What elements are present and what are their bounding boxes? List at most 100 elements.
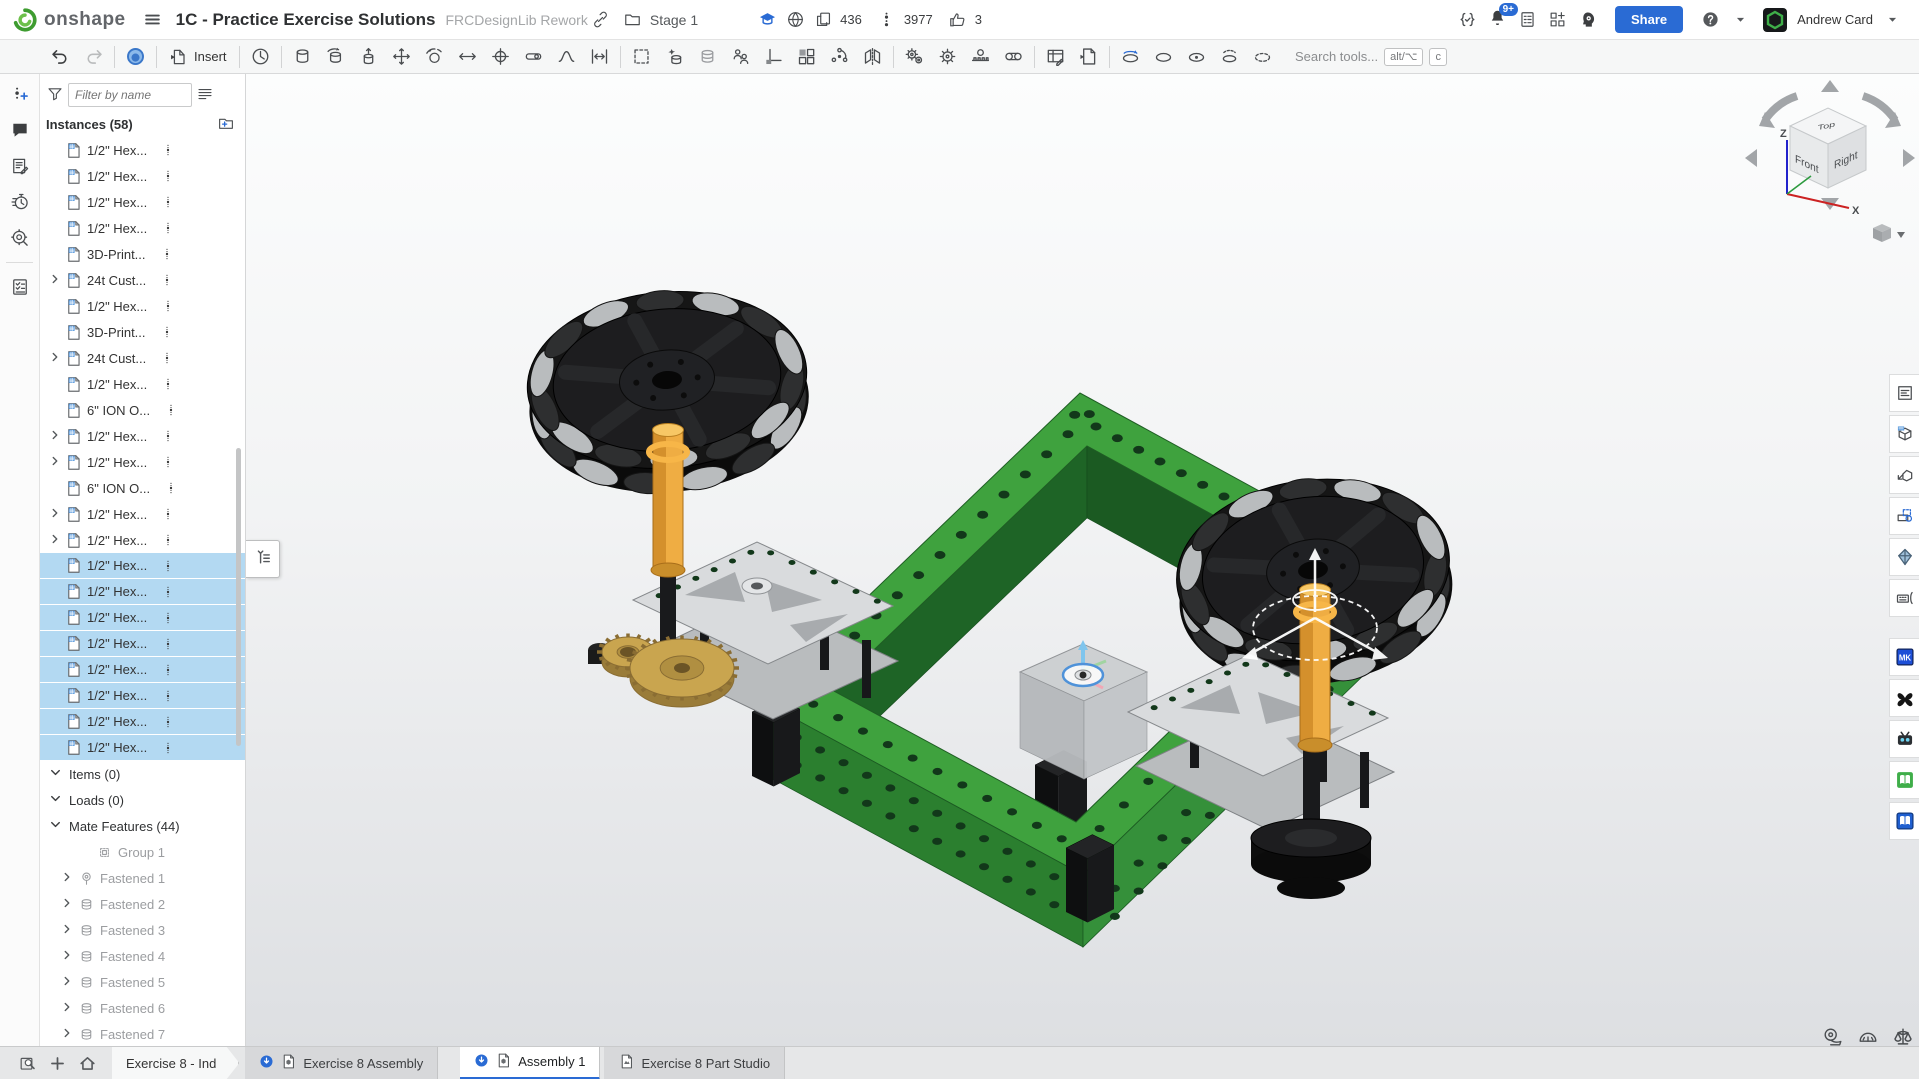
instance-menu-icon[interactable] xyxy=(161,660,175,680)
instance-menu-icon[interactable] xyxy=(161,374,175,394)
cylindrical-mate-icon[interactable] xyxy=(418,43,451,71)
avatar[interactable] xyxy=(1763,8,1787,32)
mate-feature-row[interactable]: Fastened 4 xyxy=(40,943,245,969)
chevron-right-icon[interactable] xyxy=(48,454,64,470)
tab-exercise-8-part-studio[interactable]: Exercise 8 Part Studio xyxy=(604,1047,785,1079)
versions-history-icon[interactable] xyxy=(0,184,40,220)
instance-menu-icon[interactable] xyxy=(160,322,174,342)
instance-menu-icon[interactable] xyxy=(160,270,174,290)
rack-relation-icon[interactable] xyxy=(931,43,964,71)
chevron-right-icon[interactable] xyxy=(60,922,76,938)
instance-menu-icon[interactable] xyxy=(161,452,175,472)
insert-instance-icon[interactable] xyxy=(0,76,40,112)
mate-feature-row[interactable]: Fastened 3 xyxy=(40,917,245,943)
section-view-icon[interactable] xyxy=(1246,43,1279,71)
sketch-overlay-icon[interactable] xyxy=(1889,497,1919,535)
view-cube[interactable]: Top Front Right Z X xyxy=(1735,74,1919,252)
release-notes-icon[interactable] xyxy=(0,148,40,184)
chevron-right-icon[interactable] xyxy=(60,974,76,990)
instance-row[interactable]: 1/2" Hex... xyxy=(40,631,245,657)
instance-row[interactable]: 3D-Print... xyxy=(40,241,245,267)
robot-app-icon[interactable] xyxy=(1889,720,1919,758)
loads-section[interactable]: Loads (0) xyxy=(40,787,245,813)
mate-features-section[interactable]: Mate Features (44) xyxy=(40,813,245,839)
feature-scripts-icon[interactable] xyxy=(1455,7,1481,33)
chevron-right-icon[interactable] xyxy=(48,532,64,548)
replicate-icon[interactable] xyxy=(724,43,757,71)
chevron-right-icon[interactable] xyxy=(60,896,76,912)
instance-row[interactable]: 1/2" Hex... xyxy=(40,683,245,709)
help-icon[interactable] xyxy=(1697,7,1723,33)
graphics-viewport[interactable]: Top Front Right Z X MK xyxy=(246,74,1919,1046)
mate-connector-icon[interactable] xyxy=(658,43,691,71)
instance-menu-icon[interactable] xyxy=(161,556,175,576)
screw-relation-icon[interactable] xyxy=(964,43,997,71)
chevron-right-icon[interactable] xyxy=(48,350,64,366)
add-subassembly-icon[interactable] xyxy=(217,114,235,135)
assembly-3d-model[interactable] xyxy=(246,74,1919,1046)
exploded-view-icon[interactable] xyxy=(1114,43,1147,71)
help-caret-icon[interactable] xyxy=(1727,7,1753,33)
animate-icon[interactable] xyxy=(1213,43,1246,71)
instance-menu-icon[interactable] xyxy=(161,608,175,628)
mirror-icon[interactable] xyxy=(856,43,889,71)
rotate-left-step-arrow[interactable] xyxy=(1745,149,1757,167)
instance-menu-icon[interactable] xyxy=(161,634,175,654)
instance-menu-icon[interactable] xyxy=(161,296,175,316)
learning-center-icon[interactable] xyxy=(1575,7,1601,33)
home-icon[interactable] xyxy=(72,1048,102,1078)
shortcut-keys-app-icon[interactable] xyxy=(1889,579,1919,617)
planar-mate-icon[interactable] xyxy=(385,43,418,71)
standard-content-icon[interactable] xyxy=(691,43,724,71)
instance-row[interactable]: 6" ION O... xyxy=(40,397,245,423)
instance-row[interactable]: 1/2" Hex... xyxy=(40,553,245,579)
width-mate-icon[interactable] xyxy=(583,43,616,71)
blue-library-app-icon[interactable] xyxy=(1889,802,1919,840)
panel-scrollbar[interactable] xyxy=(236,448,241,746)
chevron-down-icon[interactable] xyxy=(48,817,69,835)
tree-flyout-button[interactable] xyxy=(246,540,280,578)
rotate-up-arrow[interactable] xyxy=(1821,80,1839,92)
mate-feature-row[interactable]: Fastened 5 xyxy=(40,969,245,995)
instance-row[interactable]: 24t Cust... xyxy=(40,345,245,371)
named-positions-icon[interactable] xyxy=(244,43,277,71)
instance-menu-icon[interactable] xyxy=(161,582,175,602)
snapshot-icon[interactable] xyxy=(1180,43,1213,71)
where-used-icon[interactable] xyxy=(0,220,40,256)
instance-row[interactable]: 1/2" Hex... xyxy=(40,215,245,241)
instance-menu-icon[interactable] xyxy=(161,712,175,732)
instance-row[interactable]: 1/2" Hex... xyxy=(40,657,245,683)
view-options-dropdown[interactable] xyxy=(1873,224,1905,242)
parts-cube-icon[interactable] xyxy=(1889,415,1919,453)
pattern-icon[interactable] xyxy=(757,43,790,71)
instance-menu-icon[interactable] xyxy=(161,192,175,212)
chevron-right-icon[interactable] xyxy=(60,948,76,964)
butterfly-app-icon[interactable] xyxy=(1889,679,1919,717)
instance-row[interactable]: 1/2" Hex... xyxy=(40,293,245,319)
instance-row[interactable]: 1/2" Hex... xyxy=(40,735,245,761)
tab-exercise-8-ind[interactable]: Exercise 8 - Ind xyxy=(112,1047,239,1079)
mk-app-icon[interactable]: MK xyxy=(1889,638,1919,676)
chevron-right-icon[interactable] xyxy=(60,1000,76,1016)
tasks-icon[interactable] xyxy=(0,269,40,305)
instance-menu-icon[interactable] xyxy=(164,478,178,498)
rotate-right-arrow[interactable] xyxy=(1863,96,1895,120)
parallel-mate-icon[interactable] xyxy=(517,43,550,71)
mate-feature-row[interactable]: Fastened 1 xyxy=(40,865,245,891)
instance-row[interactable]: 6" ION O... xyxy=(40,475,245,501)
instance-menu-icon[interactable] xyxy=(161,504,175,524)
mate-feature-row[interactable]: Fastened 2 xyxy=(40,891,245,917)
mate-feature-row[interactable]: Group 1 xyxy=(40,839,245,865)
app-store-icon[interactable] xyxy=(1545,7,1571,33)
notifications-bell-icon[interactable]: 9+ xyxy=(1485,7,1511,33)
chevron-right-icon[interactable] xyxy=(48,272,64,288)
list-view-icon[interactable] xyxy=(196,85,214,106)
tangent-mate-icon[interactable] xyxy=(550,43,583,71)
instance-menu-icon[interactable] xyxy=(161,166,175,186)
instance-row[interactable]: 1/2" Hex... xyxy=(40,371,245,397)
instance-row[interactable]: 1/2" Hex... xyxy=(40,163,245,189)
user-menu-caret-icon[interactable] xyxy=(1879,7,1905,33)
protractor-icon[interactable] xyxy=(1857,1026,1879,1046)
revolute-mate-icon[interactable] xyxy=(319,43,352,71)
instance-row[interactable]: 1/2" Hex... xyxy=(40,605,245,631)
